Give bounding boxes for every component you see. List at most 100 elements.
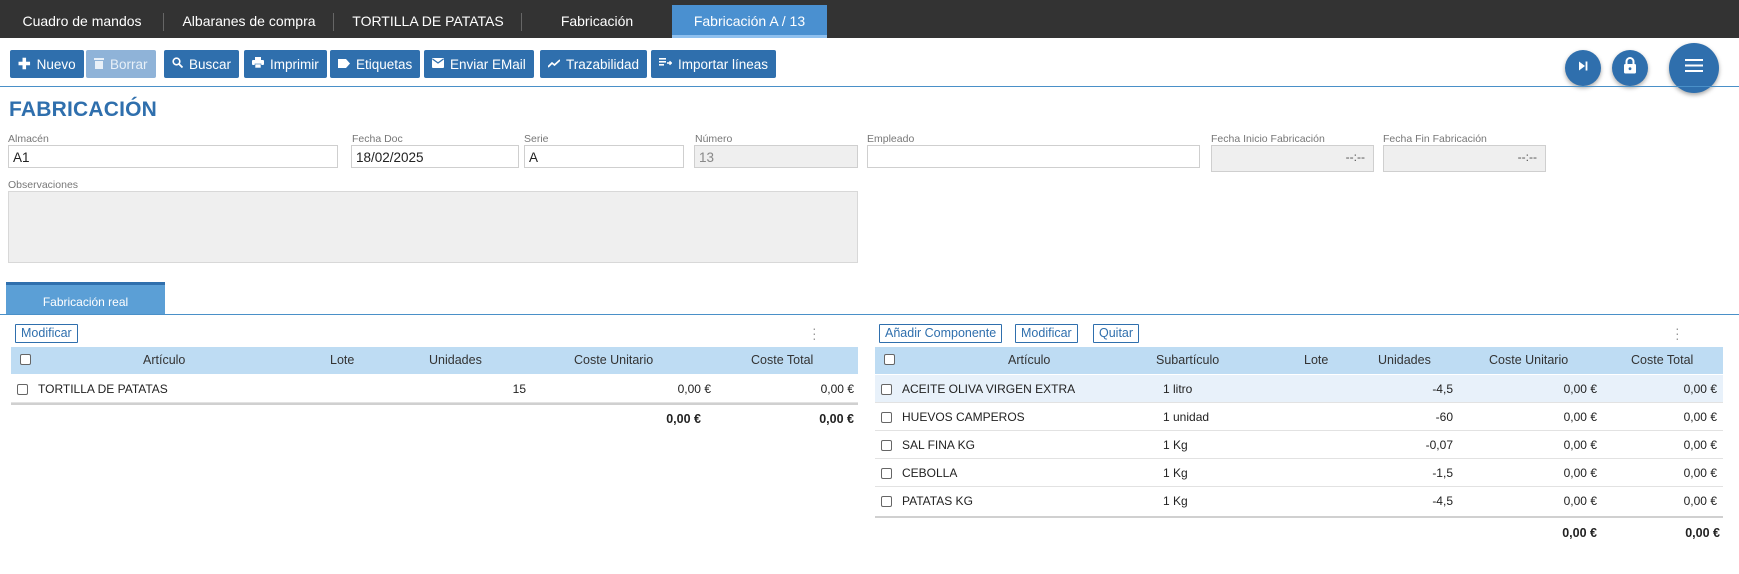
- cell-unidades: 15: [512, 382, 526, 396]
- enviar-email-button[interactable]: Enviar EMail: [424, 50, 534, 78]
- tab-tortilla-de-patatas[interactable]: TORTILLA DE PATATAS: [334, 5, 522, 38]
- almacen-label: Almacén: [8, 133, 49, 145]
- cell-unidades: -4,5: [1432, 494, 1453, 508]
- cell-subarticulo: 1 Kg: [1163, 466, 1188, 480]
- cell-coste-total: 0,00 €: [1683, 382, 1717, 396]
- left-total-divider: [11, 403, 858, 405]
- cell-subarticulo: 1 Kg: [1163, 438, 1188, 452]
- right-col-coste-unitario[interactable]: Coste Unitario: [1489, 347, 1568, 374]
- cell-coste-unitario: 0,00 €: [1563, 466, 1597, 480]
- table-row[interactable]: ACEITE OLIVA VIRGEN EXTRA 1 litro -4,5 0…: [875, 375, 1723, 403]
- left-modificar-button[interactable]: Modificar: [15, 324, 78, 343]
- cell-coste-unitario: 0,00 €: [1563, 410, 1597, 424]
- table-row[interactable]: SAL FINA KG 1 Kg -0,07 0,00 € 0,00 €: [875, 431, 1723, 459]
- numero-label: Número: [695, 133, 733, 145]
- importar-lineas-button[interactable]: Importar líneas: [651, 50, 777, 78]
- tab-cuadro-de-mandos[interactable]: Cuadro de mandos: [0, 5, 164, 38]
- nuevo-label: Nuevo: [36, 56, 76, 72]
- cell-unidades: -0,07: [1425, 438, 1453, 452]
- left-total-coste-total: 0,00 €: [819, 412, 854, 426]
- right-modificar-button[interactable]: Modificar: [1015, 324, 1078, 343]
- top-tab-bar: Cuadro de mandos Albaranes de compra TOR…: [0, 0, 1739, 38]
- imprimir-button[interactable]: Imprimir: [244, 50, 327, 78]
- table-row[interactable]: CEBOLLA 1 Kg -1,5 0,00 € 0,00 €: [875, 459, 1723, 487]
- right-more-options-icon[interactable]: · · ·: [1675, 321, 1680, 345]
- tab-albaranes-de-compra[interactable]: Albaranes de compra: [164, 5, 334, 38]
- cell-subarticulo: 1 litro: [1163, 382, 1193, 396]
- row-checkbox[interactable]: [17, 384, 28, 395]
- table-row[interactable]: TORTILLA DE PATATAS 15 0,00 € 0,00 €: [11, 375, 858, 403]
- fecha-fin-field[interactable]: --:--: [1383, 145, 1546, 172]
- imprimir-label: Imprimir: [270, 56, 319, 72]
- lock-icon: [1623, 57, 1637, 79]
- cell-articulo: CEBOLLA: [902, 466, 958, 480]
- right-total-coste-total: 0,00 €: [1685, 526, 1720, 540]
- cell-subarticulo: 1 Kg: [1163, 494, 1188, 508]
- table-row[interactable]: PATATAS KG 1 Kg -4,5 0,00 € 0,00 €: [875, 487, 1723, 515]
- table-row[interactable]: HUEVOS CAMPEROS 1 unidad -60 0,00 € 0,00…: [875, 403, 1723, 431]
- fecha-inicio-time: --:--: [1345, 150, 1365, 164]
- tab-fabricacion-a-13[interactable]: Fabricación A / 13: [672, 5, 827, 38]
- section-divider: [0, 314, 1739, 315]
- fecha-fin-label: Fecha Fin Fabricación: [1383, 133, 1487, 145]
- cell-coste-total: 0,00 €: [1683, 466, 1717, 480]
- trash-icon: [94, 57, 104, 72]
- right-col-subarticulo[interactable]: Subartículo: [1156, 347, 1219, 374]
- label-icon: [338, 57, 350, 71]
- search-icon: [172, 57, 184, 71]
- quitar-button[interactable]: Quitar: [1093, 324, 1140, 343]
- observaciones-field[interactable]: [8, 191, 858, 263]
- page-title: FABRICACIÓN: [9, 98, 158, 121]
- serie-label: Serie: [524, 133, 549, 145]
- row-checkbox[interactable]: [881, 440, 892, 451]
- trend-icon: [547, 57, 561, 71]
- cell-articulo: PATATAS KG: [902, 494, 973, 508]
- import-list-icon: [659, 57, 673, 71]
- right-total-coste-unitario: 0,00 €: [1562, 526, 1597, 540]
- cell-coste-total: 0,00 €: [1683, 438, 1717, 452]
- left-select-all-checkbox[interactable]: [20, 354, 31, 365]
- left-more-options-icon[interactable]: · · ·: [812, 321, 817, 345]
- cell-coste-unitario: 0,00 €: [1563, 494, 1597, 508]
- nuevo-button[interactable]: ✚ Nuevo: [10, 50, 84, 78]
- lock-button[interactable]: [1612, 50, 1648, 86]
- left-col-articulo[interactable]: Artículo: [143, 347, 185, 374]
- fecha-inicio-label: Fecha Inicio Fabricación: [1211, 133, 1325, 145]
- empleado-label: Empleado: [867, 133, 915, 145]
- left-col-lote[interactable]: Lote: [330, 347, 354, 374]
- tab-fabricacion[interactable]: Fabricación: [522, 5, 672, 38]
- right-col-lote[interactable]: Lote: [1304, 347, 1328, 374]
- buscar-button[interactable]: Buscar: [164, 50, 240, 78]
- cell-coste-total: 0,00 €: [1683, 494, 1717, 508]
- row-checkbox[interactable]: [881, 468, 892, 479]
- left-table-header: Artículo Lote Unidades Coste Unitario Co…: [11, 347, 858, 374]
- row-checkbox[interactable]: [881, 412, 892, 423]
- row-checkbox[interactable]: [881, 496, 892, 507]
- almacen-field[interactable]: A1: [8, 145, 338, 168]
- serie-field[interactable]: A: [524, 145, 684, 168]
- cell-articulo: ACEITE OLIVA VIRGEN EXTRA: [902, 382, 1076, 396]
- envelope-icon: [432, 57, 444, 71]
- right-col-articulo[interactable]: Artículo: [1008, 347, 1050, 374]
- toolbar-divider: [0, 86, 1739, 87]
- trazabilidad-label: Trazabilidad: [566, 56, 640, 72]
- anadir-componente-button[interactable]: Añadir Componente: [879, 324, 1003, 343]
- fecha-inicio-field[interactable]: --:--: [1211, 145, 1374, 172]
- etiquetas-button[interactable]: Etiquetas: [330, 50, 421, 78]
- left-col-coste-total[interactable]: Coste Total: [751, 347, 813, 374]
- fecha-doc-field[interactable]: 18/02/2025: [351, 145, 519, 168]
- borrar-button[interactable]: Borrar: [86, 50, 156, 78]
- left-col-coste-unitario[interactable]: Coste Unitario: [574, 347, 653, 374]
- skip-next-button[interactable]: [1565, 50, 1601, 86]
- right-col-coste-total[interactable]: Coste Total: [1631, 347, 1693, 374]
- row-checkbox[interactable]: [881, 384, 892, 395]
- tab-fabricacion-real[interactable]: Fabricación real: [6, 282, 165, 314]
- numero-field: 13: [694, 145, 858, 168]
- left-col-unidades[interactable]: Unidades: [429, 347, 482, 374]
- empleado-field[interactable]: [867, 145, 1200, 168]
- trazabilidad-button[interactable]: Trazabilidad: [540, 50, 648, 78]
- right-col-unidades[interactable]: Unidades: [1378, 347, 1431, 374]
- etiquetas-label: Etiquetas: [356, 56, 413, 72]
- right-select-all-checkbox[interactable]: [884, 354, 895, 365]
- fecha-doc-label: Fecha Doc: [352, 133, 403, 145]
